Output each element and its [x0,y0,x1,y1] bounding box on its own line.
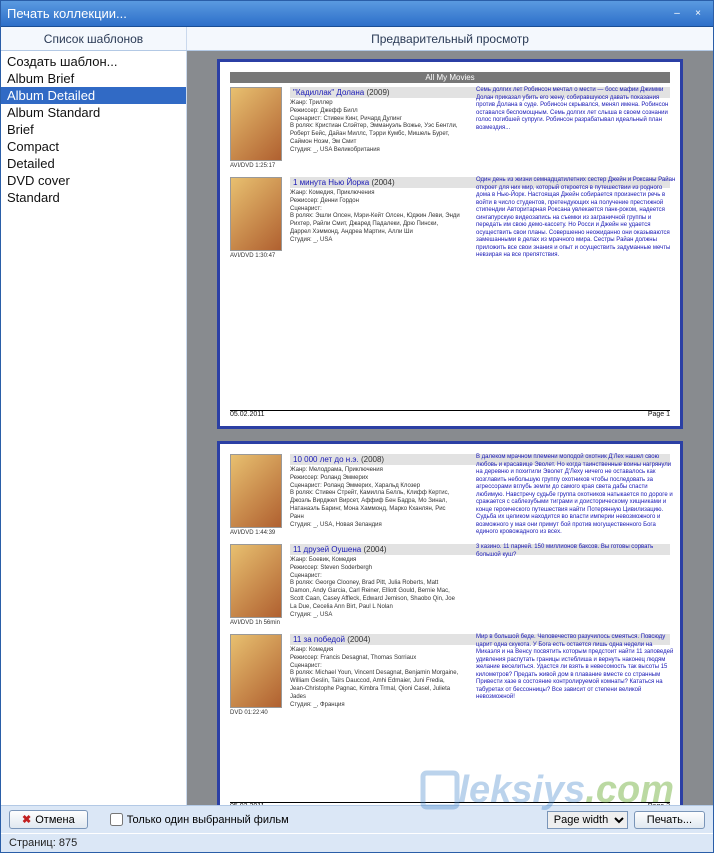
template-item[interactable]: DVD cover [1,172,186,189]
footer-page: Page 2 [648,803,670,805]
preview-page: AVI/DVD 1:44:3910 000 лет до н.э. (2008)… [217,441,683,805]
preview-header: Предварительный просмотр [187,27,713,50]
cancel-button[interactable]: ✖ Отмена [9,810,88,829]
footer-page: Page 1 [648,411,670,418]
footer-date: 05.02.2011 [230,411,265,418]
movie-description: В далеком мрачном племени молодой охотни… [476,454,676,537]
movie-fields: Жанр: ТриллерРежиссер: Джефф БиллСценари… [290,100,460,155]
template-item[interactable]: Detailed [1,155,186,172]
minimize-icon[interactable]: – [668,7,686,21]
template-item[interactable]: Album Brief [1,70,186,87]
print-dialog: Печать коллекции... – × Список шаблонов … [0,0,714,853]
only-selected-checkbox[interactable]: Только один выбранный фильм [110,813,289,826]
cover-image [230,544,282,618]
movie-entry: AVI/DVD 1h 56min11 друзей Оушена (2004)Ж… [230,544,670,626]
cancel-icon: ✖ [22,813,31,826]
window-title: Печать коллекции... [7,6,127,21]
pages-label: Страниц: [9,837,56,849]
template-item[interactable]: Album Detailed [1,87,186,104]
titlebar: Печать коллекции... – × [1,1,713,27]
template-item[interactable]: Standard [1,189,186,206]
only-selected-input[interactable] [110,813,123,826]
cover-image [230,177,282,251]
preview-area[interactable]: All My Movies AVI/DVD 1:25:17"Кадиллак" Д… [187,51,713,805]
page-footer: 05.02.2011 Page 2 [230,802,670,805]
column-headers: Список шаблонов Предварительный просмотр [1,27,713,51]
template-item[interactable]: Album Standard [1,104,186,121]
collection-title: All My Movies [230,72,670,83]
movie-fields: Жанр: КомедияРежиссер: Francis Desagnat,… [290,647,460,709]
movie-description: 3 казино. 11 парней. 150 миллионов баксо… [476,544,676,559]
cover-caption: DVD 01:22:40 [230,710,284,716]
template-item[interactable]: Создать шаблон... [1,53,186,70]
preview-page: All My Movies AVI/DVD 1:25:17"Кадиллак" Д… [217,59,683,429]
page-footer: 05.02.2011 Page 1 [230,410,670,418]
footer-date: 05.02.2011 [230,803,265,805]
cover-image [230,634,282,708]
pages-count: 875 [59,837,77,849]
cover-image [230,454,282,528]
movie-entry: AVI/DVD 1:44:3910 000 лет до н.э. (2008)… [230,454,670,536]
movie-entry: DVD 01:22:4011 за победой (2004)Жанр: Ко… [230,634,670,716]
template-item[interactable]: Brief [1,121,186,138]
cover-caption: AVI/DVD 1:25:17 [230,163,284,169]
cover-image [230,87,282,161]
movie-description: Семь долгих лет Робинсон мечтал о мести … [476,87,676,132]
template-item[interactable]: Compact [1,138,186,155]
movie-fields: Жанр: Комедия, ПриключенияРежиссер: Денн… [290,190,460,245]
close-icon[interactable]: × [689,7,707,21]
movie-entry: AVI/DVD 1:25:17"Кадиллак" Долана (2009)Ж… [230,87,670,169]
movie-entry: AVI/DVD 1:30:471 минута Нью Йорка (2004)… [230,177,670,259]
zoom-combo[interactable]: Page width [547,811,628,829]
movie-fields: Жанр: Мелодрама, ПриключенияРежиссер: Ро… [290,467,460,529]
movie-fields: Жанр: Боевик, КомедияРежиссер: Steven So… [290,557,460,619]
template-list: Создать шаблон...Album BriefAlbum Detail… [1,51,187,805]
cover-caption: AVI/DVD 1:44:39 [230,530,284,536]
movie-description: Мир в большой беде. Человечество разучил… [476,634,676,702]
bottom-toolbar: ✖ Отмена Только один выбранный фильм Pag… [1,805,713,833]
cover-caption: AVI/DVD 1h 56min [230,620,284,626]
status-bar: Страниц: 875 [1,833,713,852]
templates-header: Список шаблонов [1,27,187,50]
cover-caption: AVI/DVD 1:30:47 [230,253,284,259]
movie-description: Один день из жизни семнадцатилетних сест… [476,177,676,260]
print-button[interactable]: Печать... [634,811,705,829]
